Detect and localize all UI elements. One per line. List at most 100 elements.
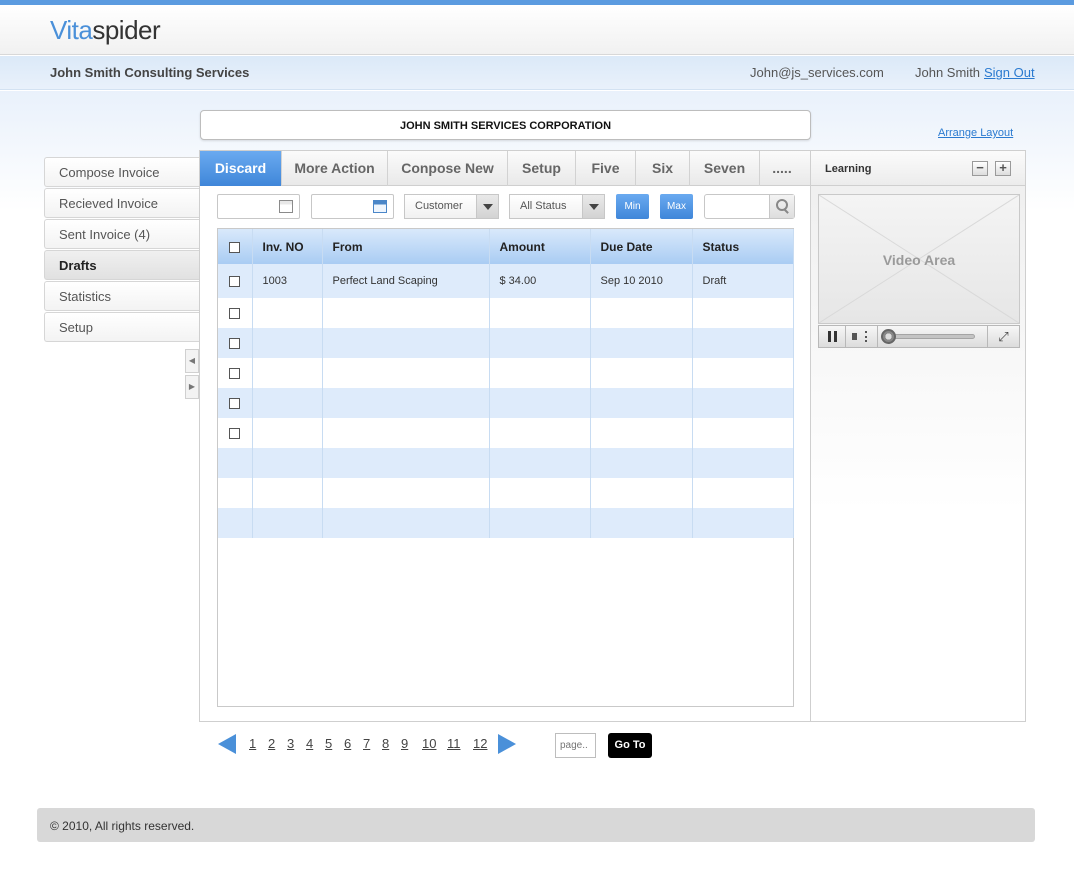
table-header-row: Inv. NO From Amount Due Date Status — [218, 229, 794, 264]
sidebar-item-compose-invoice[interactable]: Compose Invoice — [44, 157, 200, 187]
tab-compose-new[interactable]: Conpose New — [388, 151, 508, 186]
min-button[interactable]: Min — [616, 194, 649, 219]
page-link[interactable]: 3 — [287, 736, 294, 751]
column-header-due-date[interactable]: Due Date — [590, 229, 693, 264]
page-link[interactable]: 11 — [447, 736, 461, 751]
customer-select[interactable]: Customer — [404, 194, 499, 219]
page-link[interactable]: 10 — [422, 736, 436, 751]
cell-status: Draft — [692, 264, 794, 298]
column-header-amount[interactable]: Amount — [489, 229, 591, 264]
tab-seven[interactable]: Seven — [690, 151, 760, 186]
expand-right-icon[interactable]: ▶ — [185, 375, 199, 399]
app-header: Vitaspider — [0, 5, 1074, 55]
video-area[interactable]: Video Area — [818, 194, 1020, 324]
app-logo[interactable]: Vitaspider — [50, 15, 161, 46]
sidebar-item-setup[interactable]: Setup — [44, 312, 200, 342]
row-checkbox[interactable] — [229, 307, 241, 319]
row-checkbox[interactable] — [229, 427, 241, 439]
tab-five[interactable]: Five — [576, 151, 636, 186]
select-all-cell — [218, 229, 253, 264]
table-row — [218, 478, 794, 508]
sign-out-link[interactable]: Sign Out — [984, 65, 1035, 80]
page-link[interactable]: 6 — [344, 736, 351, 751]
sidebar-nav: Compose Invoice Recieved Invoice Sent In… — [44, 157, 200, 343]
user-name: John Smith — [915, 65, 981, 80]
search-icon[interactable] — [769, 195, 794, 218]
sidebar-item-sent-invoice[interactable]: Sent Invoice (4) — [44, 219, 200, 249]
arrange-layout-link[interactable]: Arrange Layout — [938, 127, 1013, 139]
user-bar: John Smith Consulting Services John@js_s… — [0, 56, 1074, 90]
sidebar-item-drafts[interactable]: Drafts — [44, 250, 200, 280]
tab-more-action[interactable]: More Action — [282, 151, 388, 186]
column-header-status[interactable]: Status — [692, 229, 794, 264]
volume-icon[interactable] — [846, 326, 878, 347]
go-to-button[interactable]: Go To — [608, 733, 652, 758]
invoice-table: Inv. NO From Amount Due Date Status 1003… — [217, 228, 794, 707]
footer: © 2010, All rights reserved. — [37, 808, 1035, 842]
table-row[interactable] — [218, 358, 794, 388]
minimize-icon[interactable]: − — [972, 161, 988, 176]
cell-from: Perfect Land Scaping — [322, 264, 490, 298]
tab-more[interactable]: ..... — [760, 151, 804, 186]
learning-panel-title: Learning — [825, 163, 872, 175]
tab-setup[interactable]: Setup — [508, 151, 576, 186]
status-select[interactable]: All Status — [509, 194, 605, 219]
table-row[interactable] — [218, 388, 794, 418]
chevron-down-icon — [476, 195, 498, 218]
table-row — [218, 508, 794, 538]
next-page-icon[interactable] — [498, 734, 516, 754]
cell-inv-no: 1003 — [252, 264, 323, 298]
date-from-input[interactable] — [217, 194, 300, 219]
cell-amount: $ 34.00 — [489, 264, 591, 298]
row-checkbox[interactable] — [229, 397, 241, 409]
action-tabbar: Discard More Action Conpose New Setup Fi… — [200, 151, 810, 186]
table-row — [218, 448, 794, 478]
column-header-inv-no[interactable]: Inv. NO — [252, 229, 323, 264]
video-controls: ⤢ — [818, 325, 1020, 348]
page-number-input[interactable] — [555, 733, 596, 758]
progress-track[interactable] — [885, 334, 975, 339]
calendar-icon[interactable] — [279, 200, 293, 213]
table-row[interactable]: 1003 Perfect Land Scaping $ 34.00 Sep 10… — [218, 264, 794, 298]
pause-icon[interactable] — [819, 326, 846, 347]
row-checkbox[interactable] — [229, 337, 241, 349]
tab-discard[interactable]: Discard — [200, 151, 282, 186]
prev-page-icon[interactable] — [218, 734, 236, 754]
page-link[interactable]: 4 — [306, 736, 313, 751]
page-link[interactable]: 8 — [382, 736, 389, 751]
copyright-text: © 2010, All rights reserved. — [50, 819, 195, 833]
page-link[interactable]: 2 — [268, 736, 275, 751]
fullscreen-icon[interactable]: ⤢ — [987, 326, 1019, 347]
page-link[interactable]: 5 — [325, 736, 332, 751]
chevron-down-icon — [582, 195, 604, 218]
page-link[interactable]: 12 — [473, 736, 487, 751]
row-checkbox[interactable] — [229, 367, 241, 379]
sidebar-item-statistics[interactable]: Statistics — [44, 281, 200, 311]
search-input[interactable] — [704, 194, 795, 219]
user-email: John@js_services.com — [750, 65, 884, 80]
table-row[interactable] — [218, 298, 794, 328]
learning-panel: Learning − + Video Area ⤢ — [810, 150, 1026, 722]
row-checkbox[interactable] — [229, 275, 241, 287]
maximize-icon[interactable]: + — [995, 161, 1011, 176]
video-area-label: Video Area — [882, 252, 956, 268]
date-to-input[interactable] — [311, 194, 394, 219]
sidebar-item-received-invoice[interactable]: Recieved Invoice — [44, 188, 200, 218]
progress-knob[interactable] — [881, 329, 896, 344]
tab-six[interactable]: Six — [636, 151, 690, 186]
column-header-from[interactable]: From — [322, 229, 490, 264]
table-row[interactable] — [218, 418, 794, 448]
max-button[interactable]: Max — [660, 194, 693, 219]
cell-due-date: Sep 10 2010 — [590, 264, 693, 298]
collapse-left-icon[interactable]: ◀ — [185, 349, 199, 373]
page-link[interactable]: 7 — [363, 736, 370, 751]
page-link[interactable]: 9 — [401, 736, 408, 751]
invoice-panel: Discard More Action Conpose New Setup Fi… — [199, 150, 811, 722]
table-row[interactable] — [218, 328, 794, 358]
learning-panel-header: Learning − + — [811, 151, 1025, 186]
page-link[interactable]: 1 — [249, 736, 256, 751]
corporation-title: JOHN SMITH SERVICES CORPORATION — [200, 110, 811, 140]
select-all-checkbox[interactable] — [229, 241, 241, 253]
company-name: John Smith Consulting Services — [50, 65, 250, 80]
calendar-icon[interactable] — [373, 200, 387, 213]
